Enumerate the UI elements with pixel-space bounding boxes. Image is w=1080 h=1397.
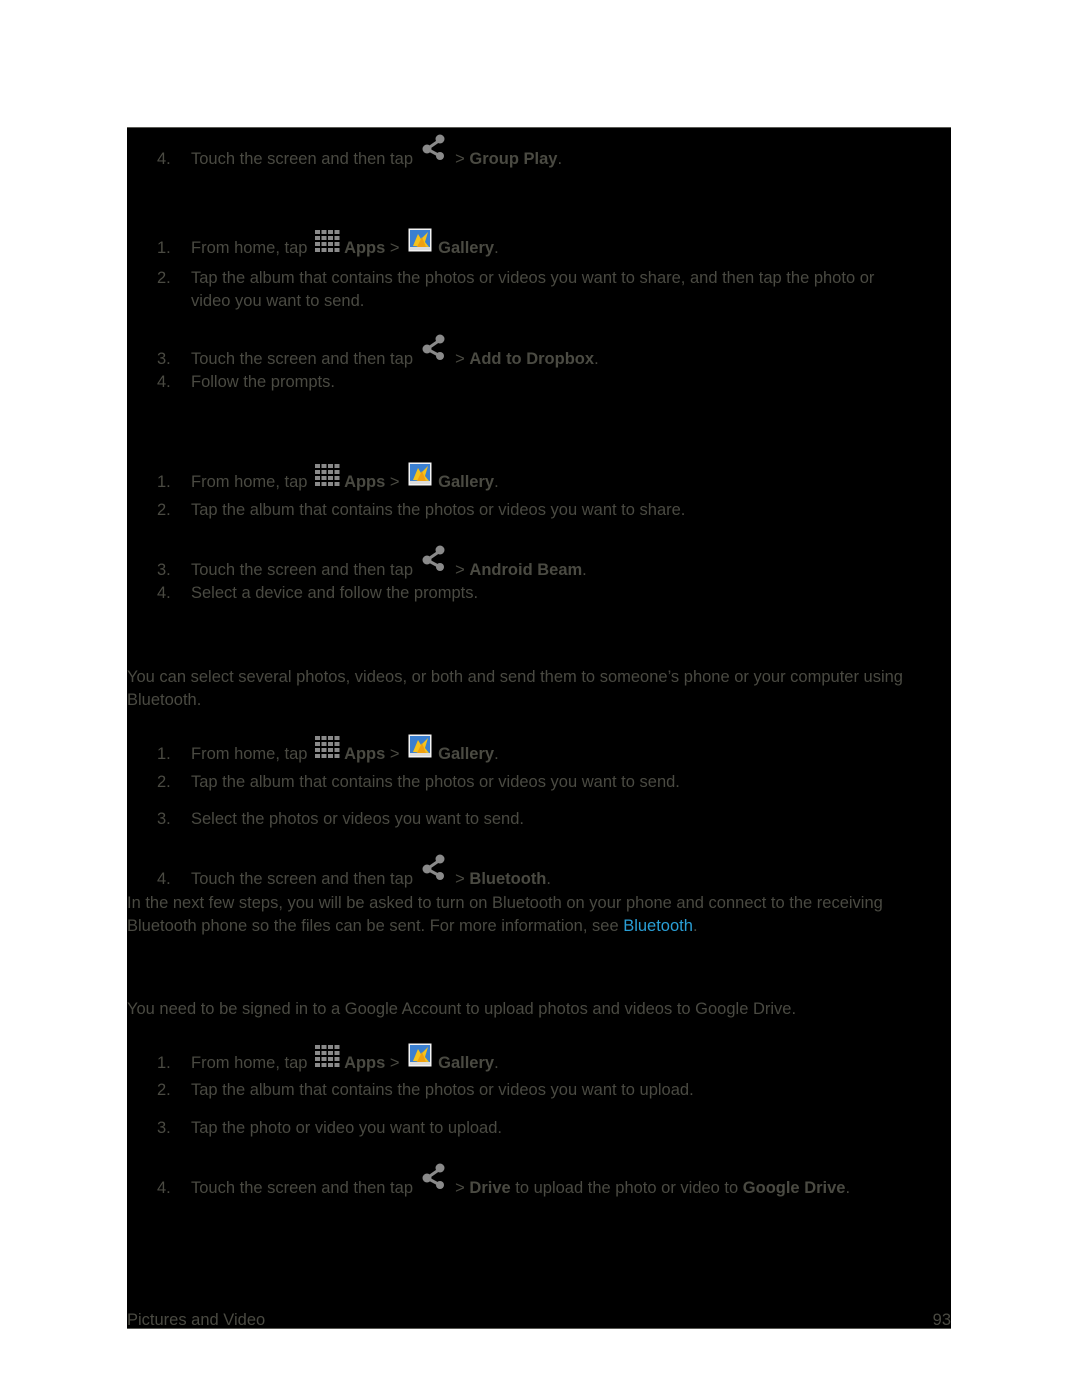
step-beam-4: 4. Select a device and follow the prompts… [157,584,479,602]
option-add-to-dropbox: Add to Dropbox [469,350,595,368]
apps-grid-icon [314,735,340,759]
footer-section-title: Pictures and Video [127,1311,266,1329]
share-icon [420,134,448,162]
gallery-icon [408,734,432,758]
step-dropbox-1: 1. From home, tap Apps > Gallery. [157,228,499,258]
share-icon [420,334,448,362]
step-dropbox-3: 3. Touch the screen and then tap > Add to… [157,334,599,369]
gallery-icon [408,228,432,252]
step-beam-1: 1. From home, tap Apps > Gallery. [157,462,499,492]
step-drive-1: 1. From home, tap Apps > Gallery. [157,1043,499,1073]
share-icon [420,545,448,573]
page-footer: Pictures and Video 93 [127,1306,951,1329]
step-bluetooth-3: 3. Select the photos or videos you want t… [157,810,524,828]
step-drive-4: 4. Touch the screen and then tap > Drive … [157,1163,850,1198]
step-drive-3: 3. Tap the photo or video you want to upl… [157,1119,502,1137]
drive-intro: You need to be signed in to a Google Acc… [127,1000,797,1018]
share-icon [420,1163,448,1191]
step-group-play-4: 4. Touch the screen and then tap > Group … [157,134,562,169]
option-bluetooth: Bluetooth [469,870,547,888]
step-bluetooth-1: 1. From home, tap Apps > Gallery. [157,734,499,764]
step-dropbox-4: 4. Follow the prompts. [157,373,335,391]
bluetooth-link[interactable]: Bluetooth [623,917,693,935]
step-drive-2: 2. Tap the album that contains the photos… [157,1081,694,1099]
document-page: 4. Touch the screen and then tap > Group … [127,127,951,1329]
share-icon [420,854,448,882]
apps-grid-icon [314,1044,340,1068]
option-drive: Drive [469,1179,511,1197]
bluetooth-intro: You can select several photos, videos, o… [127,668,903,709]
gallery-icon [408,462,432,486]
apps-grid-icon [314,463,340,487]
step-beam-2: 2. Tap the album that contains the photos… [157,501,686,519]
step-dropbox-2: 2. Tap the album that contains the photos… [157,269,875,310]
page-number: 93 [932,1311,951,1329]
gallery-icon [408,1043,432,1067]
option-android-beam: Android Beam [469,561,583,579]
bluetooth-note: In the next few steps, you will be asked… [127,894,883,935]
step-beam-3: 3. Touch the screen and then tap > Androi… [157,545,587,580]
step-bluetooth-4: 4. Touch the screen and then tap > Blueto… [157,854,551,889]
step-bluetooth-2: 2. Tap the album that contains the photos… [157,773,680,791]
apps-grid-icon [314,229,340,253]
option-group-play: Group Play [469,150,558,168]
